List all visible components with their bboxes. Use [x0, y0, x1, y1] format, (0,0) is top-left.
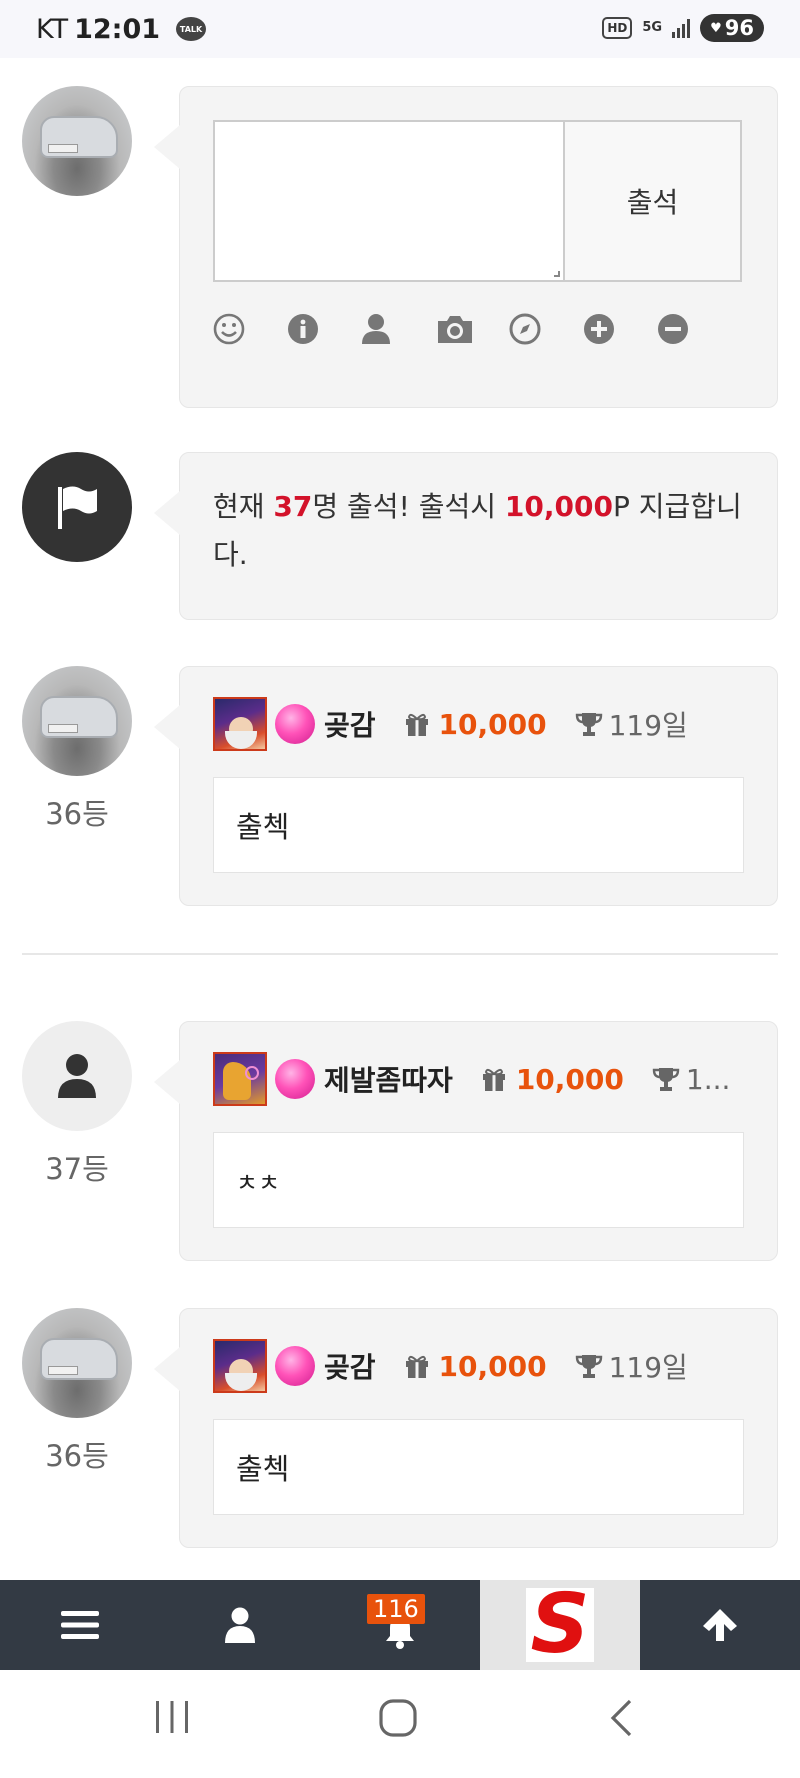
avatar	[22, 1308, 132, 1418]
hamburger-icon	[61, 1611, 99, 1639]
trophy-icon	[575, 1352, 603, 1380]
entry-message: ㅊㅊ	[213, 1132, 744, 1228]
arrow-up-icon	[703, 1609, 737, 1641]
minus-circle-icon[interactable]	[657, 309, 731, 349]
notice-avatar	[22, 452, 132, 562]
points-value: 10,000	[438, 1349, 547, 1383]
nickname[interactable]: 제발좀따자	[324, 1059, 453, 1099]
battery-icon: ♥	[710, 20, 722, 36]
signal-icon	[672, 18, 691, 38]
reward-points: 10,000	[504, 490, 613, 523]
notice-bubble: 현재 37명 출석! 출석시 10,000P 지급합니다.	[154, 452, 778, 620]
entry-bubble: 곶감 10,000 119일 출첵	[154, 1308, 778, 1548]
site-logo: S	[526, 1584, 594, 1666]
composer-toolbar	[213, 309, 731, 349]
avatar	[22, 86, 132, 196]
notification-count-badge: 116	[367, 1594, 425, 1624]
points-value: 10,000	[515, 1062, 624, 1096]
checkin-button[interactable]: 출석	[563, 120, 742, 282]
attendance-entry: 36등 곶감 10,000 119일 출첵	[22, 1308, 778, 1550]
attendance-days: 119일	[608, 709, 688, 742]
trophy-icon	[652, 1065, 680, 1093]
compass-icon[interactable]	[509, 309, 583, 349]
recent-apps-icon	[156, 1701, 188, 1733]
divider	[22, 953, 778, 955]
attendance-entry: 37등 제발좀따자 10,000 1... ㅊㅊ	[22, 1021, 778, 1263]
attendance-days: 1...	[685, 1062, 731, 1096]
entry-bubble: 제발좀따자 10,000 1... ㅊㅊ	[154, 1021, 778, 1261]
battery-level: 96	[724, 16, 754, 40]
gift-icon	[481, 1066, 507, 1092]
camera-icon[interactable]	[435, 309, 509, 349]
home-button[interactable]	[378, 1698, 418, 1742]
flag-icon	[58, 486, 97, 529]
user-info-line: 곶감 10,000 119일	[213, 697, 767, 751]
notifications-button[interactable]: 116	[320, 1580, 480, 1670]
notice-middle: 명 출석! 출석시	[312, 490, 505, 523]
network-5g-icon: 5G	[642, 20, 663, 35]
status-bar: KT 12:01 TALK HD 5G ♥ 96	[0, 0, 800, 58]
notice-prefix: 현재	[213, 490, 274, 523]
comment-textarea[interactable]	[213, 120, 563, 282]
default-user-icon	[58, 1054, 96, 1098]
clock: 12:01	[74, 13, 161, 45]
nickname[interactable]: 곶감	[324, 1346, 376, 1386]
notice-text: 현재 37명 출석! 출석시 10,000P 지급합니다.	[213, 483, 749, 579]
bottom-nav: 116 S	[0, 1580, 800, 1670]
hd-icon: HD	[602, 17, 633, 39]
notice-row: 현재 37명 출석! 출석시 10,000P 지급합니다.	[22, 452, 778, 622]
level-icon	[213, 697, 267, 751]
carrier-label: KT	[36, 13, 69, 45]
user-info-line: 제발좀따자 10,000 1...	[213, 1052, 767, 1106]
trophy-icon	[575, 710, 603, 738]
plus-circle-icon[interactable]	[583, 309, 657, 349]
attendance-entry: 36등 곶감 10,000 119일 출첵	[22, 666, 778, 908]
back-button[interactable]	[608, 1698, 634, 1742]
level-icon	[213, 1052, 267, 1106]
nickname[interactable]: 곶감	[324, 704, 376, 744]
attendance-count: 37	[273, 490, 313, 523]
composer-bubble: 출석	[154, 86, 778, 408]
composer-row: 출석	[22, 86, 778, 410]
entry-bubble: 곶감 10,000 119일 출첵	[154, 666, 778, 906]
scroll-top-button[interactable]	[640, 1580, 800, 1670]
gift-icon	[404, 711, 430, 737]
entry-message: 출첵	[213, 1419, 744, 1515]
resize-handle[interactable]	[554, 271, 560, 277]
user-icon	[225, 1607, 255, 1643]
talk-icon: TALK	[176, 17, 207, 41]
user-info-line: 곶감 10,000 119일	[213, 1339, 767, 1393]
orb-icon	[275, 1346, 315, 1386]
points-value: 10,000	[438, 707, 547, 741]
battery-indicator: ♥ 96	[700, 14, 764, 42]
recent-apps-button[interactable]	[154, 1698, 190, 1740]
back-icon	[610, 1699, 632, 1737]
rank-label: 36등	[45, 797, 109, 831]
menu-button[interactable]	[0, 1580, 160, 1670]
avatar	[22, 666, 132, 776]
orb-icon	[275, 1059, 315, 1099]
rank-label: 37등	[45, 1152, 109, 1186]
info-icon[interactable]	[287, 309, 361, 349]
avatar	[22, 1021, 132, 1131]
user-icon[interactable]	[361, 309, 435, 349]
entry-message: 출첵	[213, 777, 744, 873]
attendance-days: 119일	[608, 1351, 688, 1384]
home-logo-button[interactable]: S	[480, 1580, 640, 1670]
home-icon	[379, 1699, 417, 1737]
rank-label: 36등	[45, 1439, 109, 1473]
orb-icon	[275, 704, 315, 744]
gift-icon	[404, 1353, 430, 1379]
level-icon	[213, 1339, 267, 1393]
profile-button[interactable]	[160, 1580, 320, 1670]
system-nav-bar	[0, 1670, 800, 1778]
smile-icon[interactable]	[213, 309, 287, 349]
